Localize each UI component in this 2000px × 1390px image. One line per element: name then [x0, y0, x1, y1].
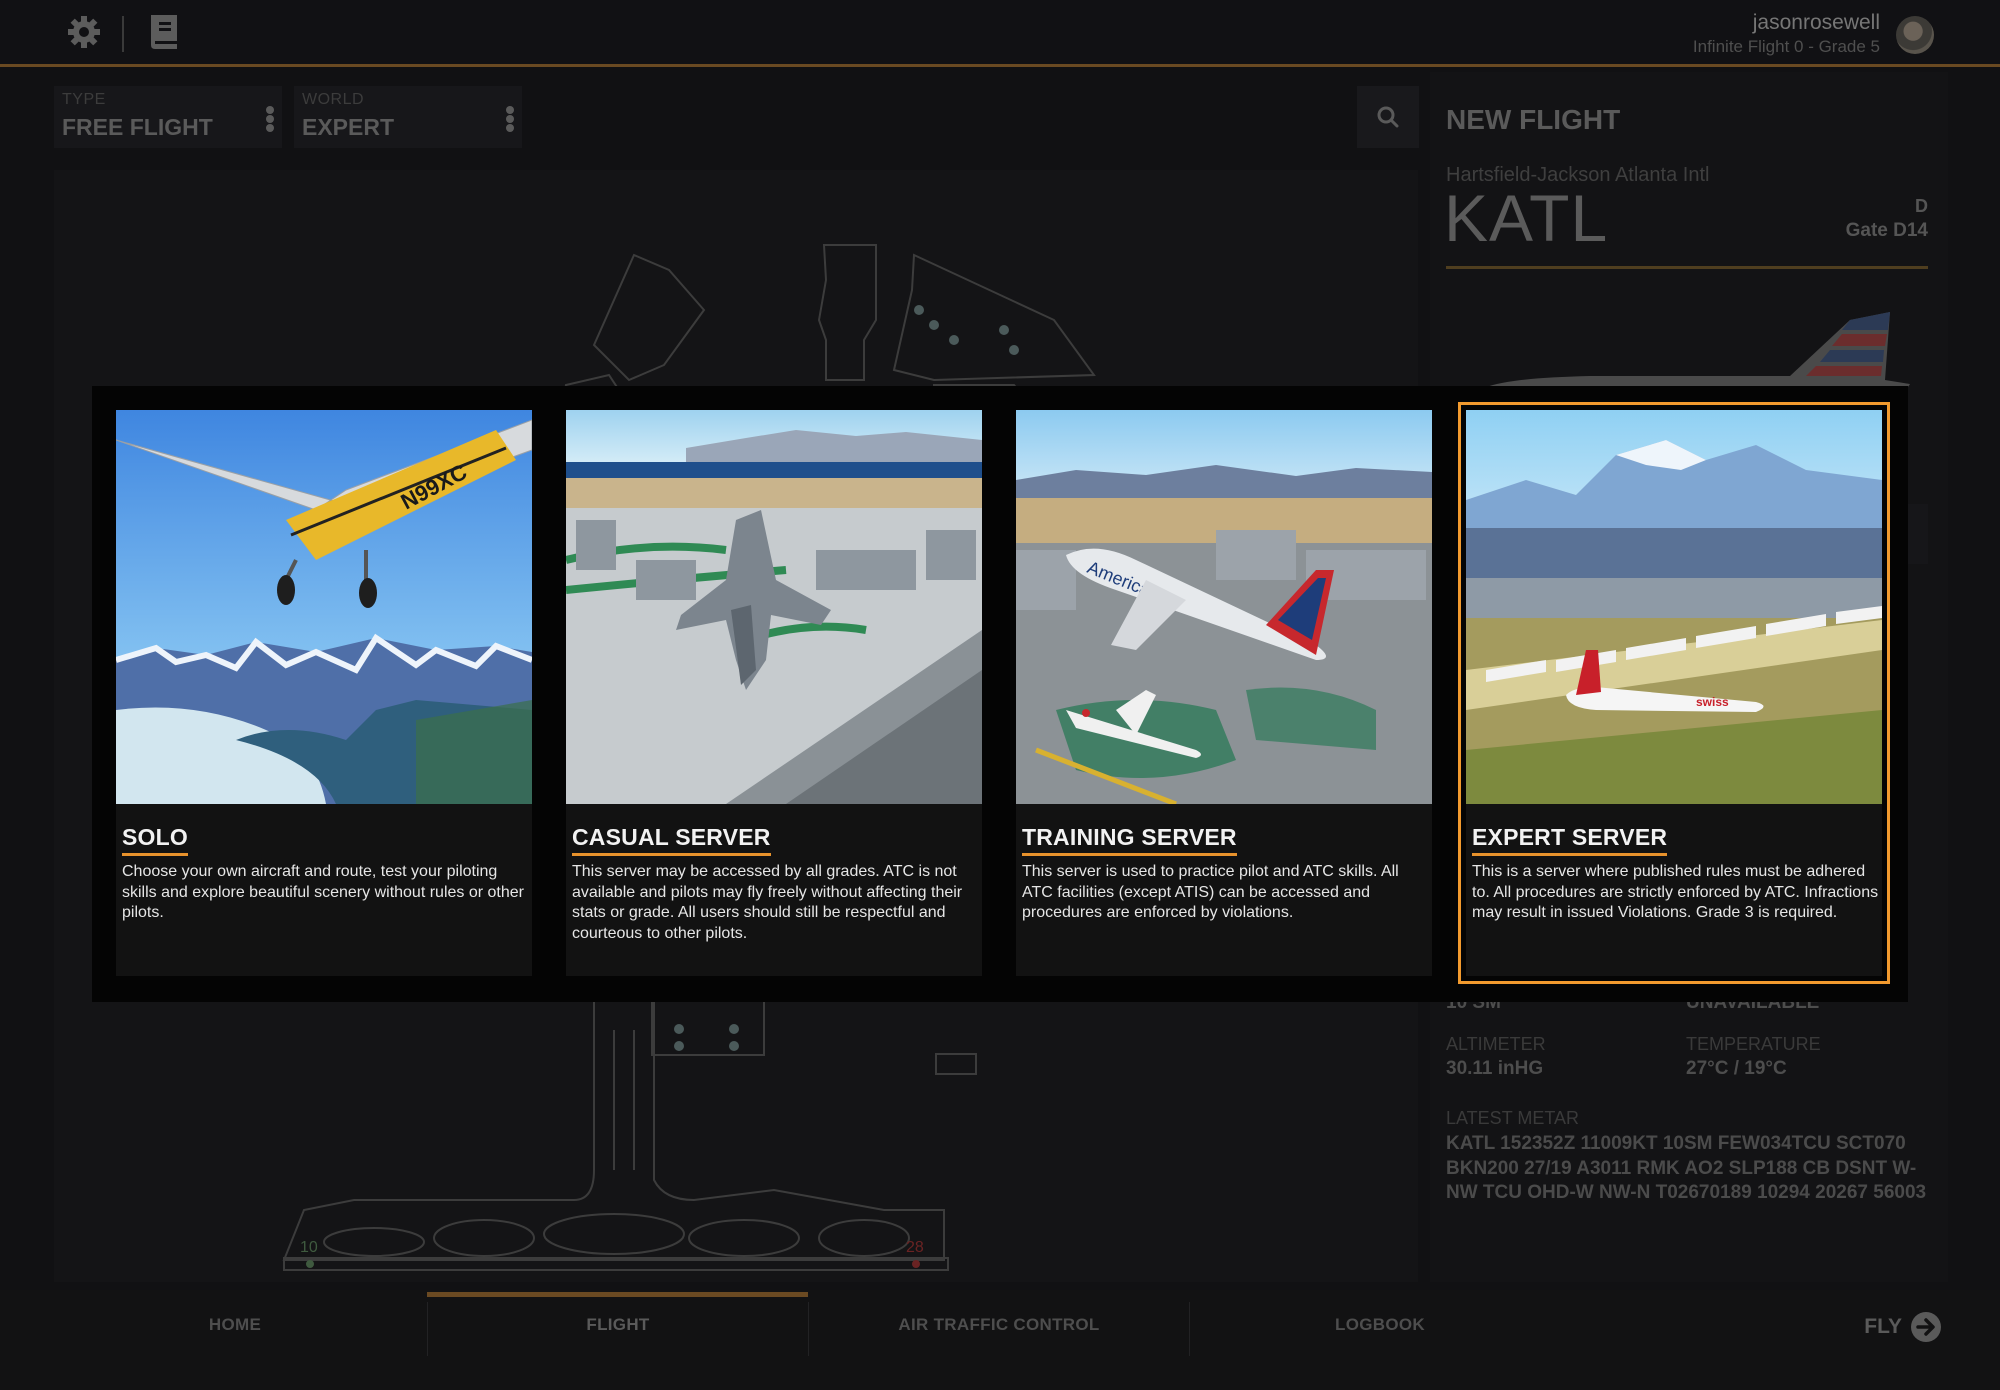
taxiway-loop: [543, 1213, 685, 1255]
server-title: SOLO: [122, 824, 188, 856]
tab-home[interactable]: HOME: [44, 1290, 426, 1360]
taxiway-loop: [433, 1219, 535, 1257]
server-card-expert[interactable]: swiss EXPERT SERVER This is a server whe…: [1458, 402, 1890, 984]
taxiway-loop: [688, 1219, 800, 1257]
gate-marker: [729, 1041, 739, 1051]
tab-flight[interactable]: FLIGHT: [428, 1290, 808, 1360]
gate: Gate D14: [1845, 220, 1928, 241]
server-title: CASUAL SERVER: [572, 824, 771, 856]
username: jasonrosewell: [1752, 11, 1880, 34]
apron-outline: [651, 999, 765, 1056]
gate-marker: [949, 335, 959, 345]
runway-label: 28: [906, 1239, 924, 1256]
gear-icon[interactable]: [66, 14, 102, 50]
bottom-nav: HOME FLIGHT AIR TRAFFIC CONTROL LOGBOOK …: [0, 1290, 2000, 1390]
search-icon: [1377, 106, 1399, 128]
user-info[interactable]: jasonrosewell Infinite Flight 0 - Grade …: [1693, 10, 1880, 58]
runway-label: 10: [300, 1239, 318, 1256]
taxiway-loop: [818, 1219, 910, 1257]
training-thumbnail: American: [1016, 410, 1432, 804]
panel-title: NEW FLIGHT: [1446, 104, 1621, 135]
solo-thumbnail: N99XC: [116, 410, 532, 804]
temperature-label: TEMPERATURE: [1686, 1034, 1821, 1054]
arrow-right-circle-icon: [1911, 1312, 1941, 1342]
topbar-accent-line: [0, 64, 2000, 67]
terminal-outline: [892, 253, 1096, 382]
gate-marker: [674, 1024, 684, 1034]
avatar[interactable]: [1896, 16, 1934, 54]
panel-divider: [1446, 266, 1928, 269]
gate-marker: [914, 305, 924, 315]
gate-marker: [729, 1024, 739, 1034]
server-title: TRAINING SERVER: [1022, 824, 1237, 856]
metar-value: KATL 152352Z 11009KT 10SM FEW034TCU SCT0…: [1446, 1133, 1927, 1203]
server-selector-modal: N99XC SOLO Choose your own aircraft and …: [92, 386, 1908, 1002]
casual-thumbnail: [566, 410, 982, 804]
type-value: FREE FLIGHT: [62, 114, 213, 140]
search-button[interactable]: [1357, 86, 1419, 148]
more-vertical-icon[interactable]: [266, 106, 274, 132]
gate-marker: [674, 1041, 684, 1051]
terminal-outline: [817, 244, 877, 381]
building-outline: [935, 1053, 977, 1075]
logbook-icon[interactable]: [146, 14, 182, 50]
terminal: D: [1915, 196, 1928, 216]
taxiway-outline: [613, 1030, 635, 1170]
tab-air-traffic-control[interactable]: AIR TRAFFIC CONTROL: [809, 1290, 1189, 1360]
taxiway-loop: [323, 1227, 425, 1257]
runway-threshold-marker: [306, 1260, 314, 1268]
server-description: This is a server where published rules m…: [1472, 863, 1879, 921]
top-bar: jasonrosewell Infinite Flight 0 - Grade …: [0, 0, 2000, 64]
type-dropdown[interactable]: TYPE FREE FLIGHT: [54, 86, 282, 148]
user-grade: Infinite Flight 0 - Grade 5: [1692, 37, 1880, 56]
world-label: WORLD: [302, 91, 365, 108]
server-card-solo[interactable]: N99XC SOLO Choose your own aircraft and …: [116, 410, 532, 976]
runway-threshold-marker: [912, 1260, 920, 1268]
server-title: EXPERT SERVER: [1472, 824, 1668, 856]
svg-text:swiss: swiss: [1696, 695, 1729, 709]
altimeter-value: 30.11 inHG: [1446, 1058, 1544, 1079]
airport-icao: KATL: [1444, 181, 1609, 255]
server-description: Choose your own aircraft and route, test…: [122, 863, 524, 921]
type-label: TYPE: [62, 91, 106, 108]
metar-label: LATEST METAR: [1446, 1108, 1580, 1128]
tab-logbook[interactable]: LOGBOOK: [1190, 1290, 1570, 1360]
gate-marker: [929, 320, 939, 330]
world-dropdown[interactable]: WORLD EXPERT: [294, 86, 522, 148]
world-value: EXPERT: [302, 114, 395, 140]
temperature-value: 27°C / 19°C: [1686, 1058, 1787, 1079]
gate-marker: [1009, 345, 1019, 355]
fly-label: FLY: [1864, 1315, 1902, 1338]
server-description: This server is used to practice pilot an…: [1022, 863, 1399, 921]
altimeter-label: ALTIMETER: [1446, 1034, 1546, 1054]
toolbar-divider: [122, 16, 124, 52]
fly-button[interactable]: FLY: [1864, 1312, 1942, 1342]
terminal-outline: [592, 253, 706, 382]
expert-thumbnail: swiss: [1466, 410, 1882, 804]
server-card-training[interactable]: American TRAINING SERVER This server is …: [1016, 410, 1432, 976]
gate-marker: [999, 325, 1009, 335]
more-vertical-icon[interactable]: [506, 106, 514, 132]
server-description: This server may be accessed by all grade…: [572, 863, 963, 942]
server-card-casual[interactable]: CASUAL SERVER This server may be accesse…: [566, 410, 982, 976]
